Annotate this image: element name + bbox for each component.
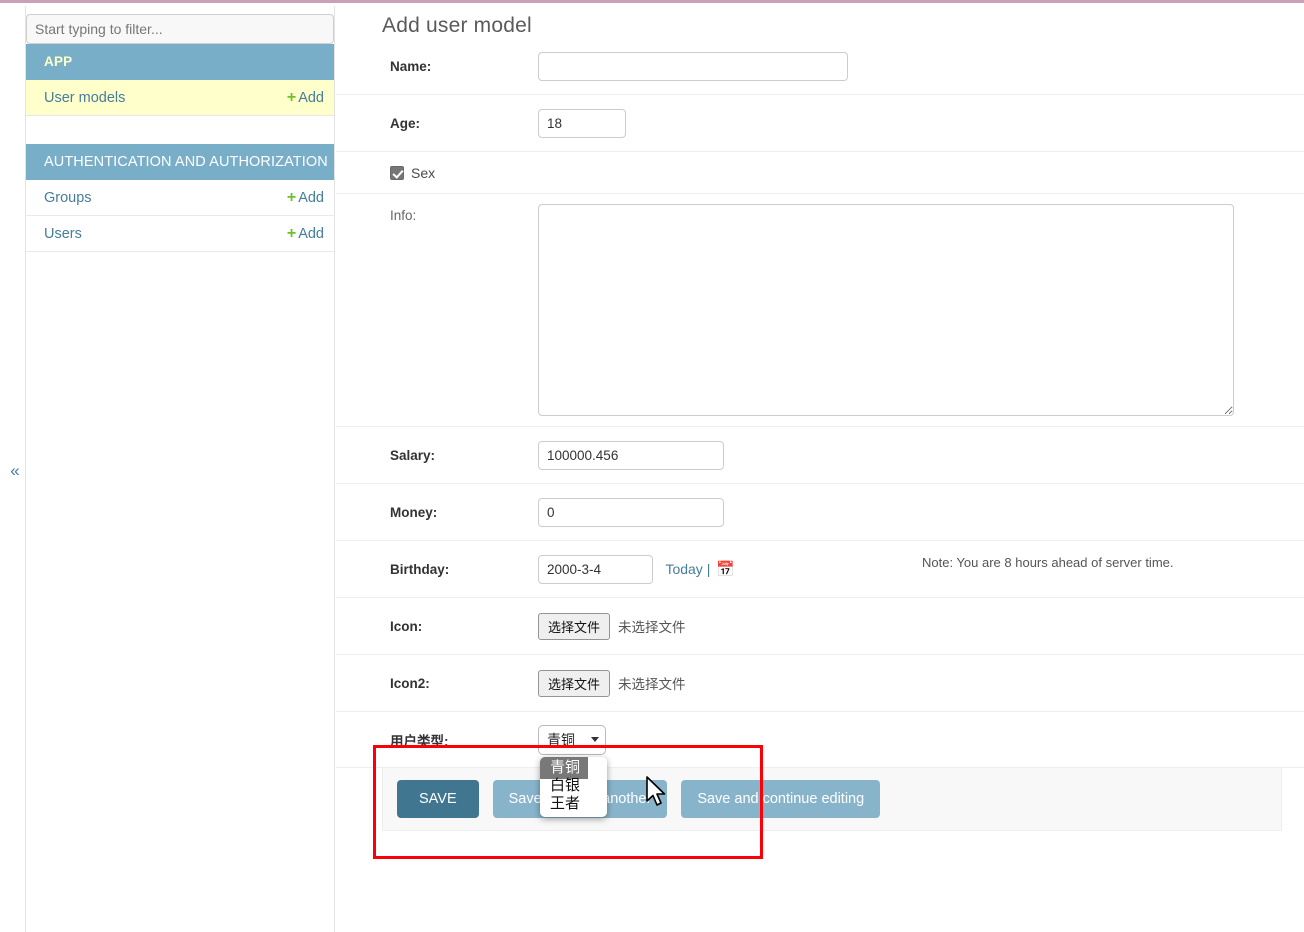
sidebar-group-header-app: APP: [26, 44, 334, 80]
sidebar-group-header-auth: AUTHENTICATION AND AUTHORIZATION: [26, 144, 334, 180]
field-age: [538, 108, 1304, 138]
sidebar-item-label-user-models[interactable]: User models: [44, 90, 125, 106]
field-money: [538, 497, 1304, 527]
sidebar-nav: APP User models +Add AUTHENTICATION AND …: [25, 6, 335, 932]
form-row-user-type: 用户类型: 青铜 青铜 白银 王者: [336, 712, 1304, 817]
label-name: Name:: [390, 58, 432, 74]
plus-icon: +: [286, 188, 297, 206]
sex-checkbox[interactable]: [390, 165, 404, 180]
form-row-name: Name:: [336, 38, 1304, 95]
user-type-select-wrap: 青铜 青铜 白银 王者: [538, 724, 607, 817]
sidebar-item-users[interactable]: Users + Add: [26, 216, 334, 252]
sidebar-add-label-groups: Add: [298, 189, 324, 206]
birthday-helpers: Today | 📅: [665, 561, 735, 577]
field-info: [538, 204, 1304, 416]
icon-file-input[interactable]: 选择文件 未选择文件: [538, 612, 686, 640]
name-input[interactable]: [538, 51, 848, 81]
user-type-options-popup[interactable]: 青铜 白银 王者: [540, 756, 607, 817]
sidebar-item-label-groups[interactable]: Groups: [44, 190, 92, 206]
sidebar-item-user-models[interactable]: User models + Add: [26, 80, 334, 116]
label-user-type: 用户类型:: [390, 733, 449, 749]
save-and-continue-editing-button[interactable]: Save and continue editing: [681, 780, 881, 818]
user-type-option-2[interactable]: 王者: [540, 793, 588, 815]
label-icon2: Icon2:: [390, 675, 430, 691]
field-birthday: Today | 📅 Note: You are 8 hours ahead of…: [538, 554, 1304, 584]
field-icon2: 选择文件 未选择文件: [538, 669, 1304, 697]
label-age: Age:: [390, 115, 420, 131]
sidebar-add-link-users[interactable]: + Add: [287, 225, 324, 243]
sidebar-add-label-users: Add: [298, 225, 324, 242]
icon2-file-input[interactable]: 选择文件 未选择文件: [538, 669, 686, 697]
timezone-note: Note: You are 8 hours ahead of server ti…: [922, 554, 1174, 570]
form-row-birthday: Birthday: Today | 📅 Note: You are 8 hour…: [336, 541, 1304, 598]
icon2-choose-file-button[interactable]: 选择文件: [538, 669, 611, 697]
sidebar-group-spacer: [26, 116, 334, 144]
user-type-selected-value: 青铜: [547, 731, 575, 748]
money-input[interactable]: [538, 497, 724, 527]
age-input[interactable]: [538, 108, 626, 138]
icon-choose-file-button[interactable]: 选择文件: [538, 612, 611, 640]
calendar-icon[interactable]: 📅: [716, 562, 735, 577]
label-salary: Salary:: [390, 447, 436, 463]
label-money: Money:: [390, 504, 438, 520]
sidebar-filter-input[interactable]: [26, 14, 334, 44]
icon-file-status: 未选择文件: [618, 620, 686, 635]
chevron-down-icon: [591, 737, 599, 742]
admin-page: APP User models +Add AUTHENTICATION AND …: [0, 0, 1304, 932]
salary-input[interactable]: [538, 440, 724, 470]
form-row-icon: Icon: 选择文件 未选择文件: [336, 598, 1304, 655]
submit-row: SAVE Save and add another Save and conti…: [382, 768, 1282, 831]
label-info: Info:: [390, 208, 417, 223]
sidebar-item-groups[interactable]: Groups + Add: [26, 180, 334, 216]
sidebar-add-link-user-models[interactable]: + Add: [287, 89, 324, 107]
label-sex: Sex: [411, 164, 436, 181]
form-row-salary: Salary:: [336, 427, 1304, 484]
main-content: Add user model Name: Age: Sex Info:: [336, 6, 1304, 932]
save-button[interactable]: SAVE: [397, 780, 479, 818]
form-row-icon2: Icon2: 选择文件 未选择文件: [336, 655, 1304, 712]
today-link[interactable]: Today |: [665, 561, 710, 577]
sidebar-add-link-groups[interactable]: + Add: [287, 189, 324, 207]
info-textarea[interactable]: [538, 204, 1234, 416]
field-icon: 选择文件 未选择文件: [538, 612, 1304, 640]
icon2-file-status: 未选择文件: [618, 677, 686, 692]
form-row-money: Money:: [336, 484, 1304, 541]
label-icon: Icon:: [390, 618, 423, 634]
plus-icon: +: [286, 88, 297, 106]
sidebar-add-label-user-models: Add: [298, 89, 324, 106]
form-row-info: Info:: [336, 194, 1304, 427]
form-row-age: Age:: [336, 95, 1304, 152]
birthday-input[interactable]: [538, 554, 653, 584]
sidebar-item-label-users[interactable]: Users: [44, 226, 82, 242]
field-name: [538, 51, 1304, 81]
sidebar-filter-wrap: [26, 6, 334, 44]
form-row-sex: Sex: [336, 152, 1304, 194]
field-salary: [538, 440, 1304, 470]
plus-icon: +: [286, 224, 297, 242]
sidebar-collapse-toggle-icon[interactable]: «: [6, 461, 24, 481]
field-user-type: 青铜 青铜 白银 王者: [538, 724, 1304, 817]
page-title: Add user model: [382, 14, 532, 37]
sex-checkbox-row[interactable]: Sex: [336, 165, 435, 181]
user-type-select[interactable]: 青铜: [538, 724, 606, 755]
label-birthday: Birthday:: [390, 561, 450, 577]
